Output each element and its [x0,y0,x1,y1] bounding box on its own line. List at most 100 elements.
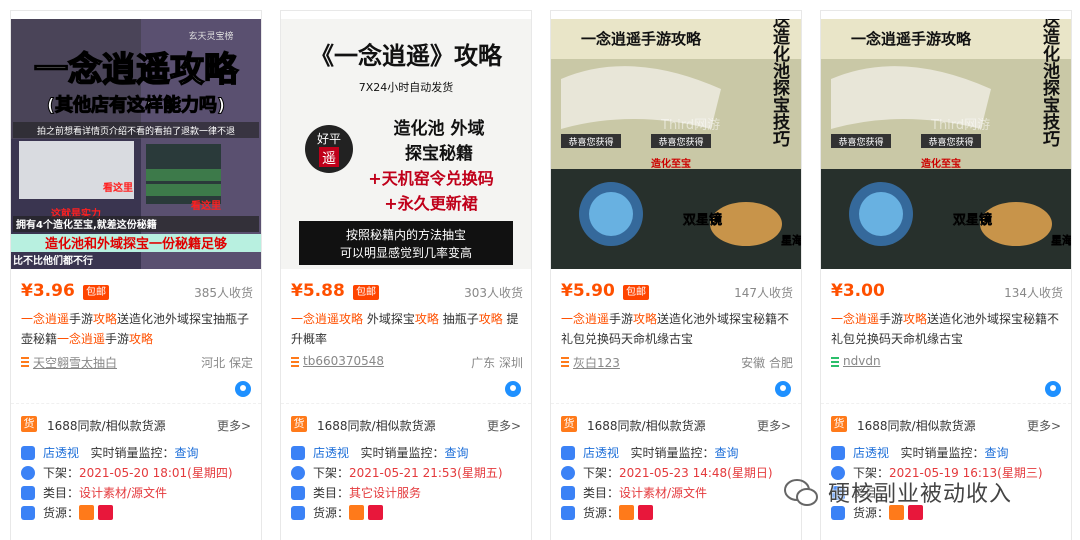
product-card[interactable]: 玄天灵宝榜 一念逍遥攻略 (其他店有这样能力吗) 拍之前想看详情页介绍不看的看拍… [10,10,262,540]
watermark-text: 硬核副业被动收入 [828,482,1013,507]
svg-text:一念逍遥手游攻略: 一念逍遥手游攻略 [851,30,972,48]
title-keyword: 一念逍遥 [831,312,880,326]
shop-view-icon [291,446,305,460]
price: ¥5.88 [291,281,345,301]
source-1688-icon[interactable] [79,505,95,520]
free-shipping-badge: 包邮 [353,285,379,300]
shop-name-link[interactable]: tb660370548 [303,354,384,368]
svg-text:送造化池探宝技巧: 送造化池探宝技巧 [769,19,790,147]
title-text: 抽瓶子 [438,312,479,326]
title-keyword: 攻略 [339,312,364,326]
info-panel: 店透视 实时销量监控：查询 下架：2021-05-20 18:01(星期四) 类… [21,443,253,523]
title-keyword: 攻略 [414,312,439,326]
svg-text:探宝秘籍: 探宝秘籍 [405,143,473,164]
svg-text:(其他店有这样能力吗): (其他店有这样能力吗) [47,94,225,116]
product-title[interactable]: 一念逍遥攻略 外域探宝攻略 抽瓶子攻略 提升概率 [291,309,523,349]
category-value[interactable]: 设计素材/源文件 [619,486,707,500]
shop-view-icon [561,446,575,460]
similar-source-label: 1688同款/相似款货源 [857,419,976,433]
svg-text:星海瓶: 星海瓶 [1051,233,1071,247]
monitor-label: 实时销量监控： [630,446,715,460]
category-label: 类目： [43,486,80,500]
shop-name-link[interactable]: 天空翱雪太抽白 [33,354,117,371]
offshelf-label: 下架： [583,466,620,480]
monitor-query-link[interactable]: 查询 [714,446,738,460]
monitor-query-link[interactable]: 查询 [174,446,198,460]
similar-source-label: 1688同款/相似款货源 [47,419,166,433]
product-image[interactable]: 玄天灵宝榜 一念逍遥攻略 (其他店有这样能力吗) 拍之前想看详情页介绍不看的看拍… [11,19,261,269]
source-icon: 货 [21,416,37,432]
sold-count: 385人收货 [194,286,253,300]
more-link[interactable]: 更多> [757,417,791,434]
svg-text:拥有4个造化至宝,就差这份秘籍: 拥有4个造化至宝,就差这份秘籍 [16,218,157,231]
more-link[interactable]: 更多> [1027,417,1061,434]
source-heart-icon[interactable] [368,505,384,520]
svg-text:看这里: 看这里 [191,199,221,212]
category-value[interactable]: 其它设计服务 [349,486,421,500]
price-row: ¥5.90 包邮 147人收货 [561,281,793,305]
product-card[interactable]: 一念逍遥手游攻略 恭喜您获得 恭喜您获得 造化至宝 双星镜 星海瓶 Third网… [550,10,802,540]
source-heart-icon[interactable] [638,505,654,520]
monitor-query-link[interactable]: 查询 [984,446,1008,460]
svg-text:看这里: 看这里 [103,181,133,194]
source-label: 货源： [43,506,80,520]
sold-count: 134人收货 [1004,286,1063,300]
similar-source-row[interactable]: 货 1688同款/相似款货源 更多> [281,403,531,445]
product-image[interactable]: 《一念逍遥》攻略 7X24小时自动发货 好平 遥 造化池 外域 探宝秘籍 +天机… [281,19,531,269]
similar-source-label: 1688同款/相似款货源 [587,419,706,433]
similar-source-row[interactable]: 货 1688同款/相似款货源 更多> [821,403,1071,445]
shop-name-link[interactable]: 灰白123 [573,354,620,371]
product-title[interactable]: 一念逍遥手游攻略送造化池外域探宝抽瓶子壶秘籍一念逍遥手游攻略 [21,309,253,349]
source-label: 货源： [583,506,620,520]
category-label: 类目： [313,486,350,500]
shop-icon [831,357,839,367]
shop-name-link[interactable]: ndvdn [843,354,881,368]
product-card[interactable]: 《一念逍遥》攻略 7X24小时自动发货 好平 遥 造化池 外域 探宝秘籍 +天机… [280,10,532,540]
more-link[interactable]: 更多> [217,417,251,434]
source-1688-icon[interactable] [349,505,365,520]
product-title[interactable]: 一念逍遥手游攻略送造化池外域探宝秘籍不礼包兑换码天命机缘古宝 [831,309,1063,349]
title-text: 手游 [879,312,904,326]
location: 河北 保定 [201,356,253,370]
chat-icon[interactable] [505,381,521,397]
svg-text:双星镜: 双星镜 [683,212,722,228]
title-text: 手游 [105,332,130,346]
monitor-query-link[interactable]: 查询 [444,446,468,460]
svg-text:一念逍遥攻略: 一念逍遥攻略 [34,50,239,90]
more-link[interactable]: 更多> [487,417,521,434]
svg-text:+天机窑令兑换码: +天机窑令兑换码 [368,169,493,188]
price: ¥3.96 [21,281,75,301]
product-card[interactable]: 一念逍遥手游攻略 恭喜您获得 恭喜您获得 造化至宝 双星镜 星海瓶 Third网… [820,10,1072,540]
box-icon [21,506,35,520]
title-keyword: 一念逍遥 [561,312,610,326]
svg-text:7X24小时自动发货: 7X24小时自动发货 [359,80,454,94]
product-grid: 玄天灵宝榜 一念逍遥攻略 (其他店有这样能力吗) 拍之前想看详情页介绍不看的看拍… [0,0,1080,540]
shop-view-link[interactable]: 店透视 [583,446,619,460]
wechat-icon [784,479,818,506]
shop-view-link[interactable]: 店透视 [43,446,79,460]
shop-view-link[interactable]: 店透视 [853,446,889,460]
title-keyword: 一念逍遥 [291,312,340,326]
shop-view-icon [831,446,845,460]
product-image[interactable]: 一念逍遥手游攻略 恭喜您获得 恭喜您获得 造化至宝 双星镜 星海瓶 Third网… [551,19,801,269]
shop-icon [561,357,569,367]
svg-text:玄天灵宝榜: 玄天灵宝榜 [188,30,233,42]
similar-source-row[interactable]: 货 1688同款/相似款货源 更多> [551,403,801,445]
price-row: ¥3.96 包邮 385人收货 [21,281,253,305]
shop-view-link[interactable]: 店透视 [313,446,349,460]
shop-view-icon [21,446,35,460]
svg-text:造化至宝: 造化至宝 [921,157,961,170]
category-value[interactable]: 设计素材/源文件 [79,486,167,500]
svg-text:+永久更新裙: +永久更新裙 [384,194,477,213]
similar-source-row[interactable]: 货 1688同款/相似款货源 更多> [11,403,261,445]
chat-icon[interactable] [235,381,251,397]
monitor-label: 实时销量监控： [900,446,985,460]
shop-row: tb660370548 广东 深圳 [291,353,523,371]
shop-icon [21,357,29,367]
source-1688-icon[interactable] [619,505,635,520]
product-image[interactable]: 一念逍遥手游攻略 恭喜您获得 恭喜您获得 造化至宝 双星镜 星海瓶 Third网… [821,19,1071,269]
chat-icon[interactable] [1045,381,1061,397]
chat-icon[interactable] [775,381,791,397]
product-title[interactable]: 一念逍遥手游攻略送造化池外域探宝秘籍不礼包兑换码天命机缘古宝 [561,309,793,349]
source-heart-icon[interactable] [98,505,114,520]
